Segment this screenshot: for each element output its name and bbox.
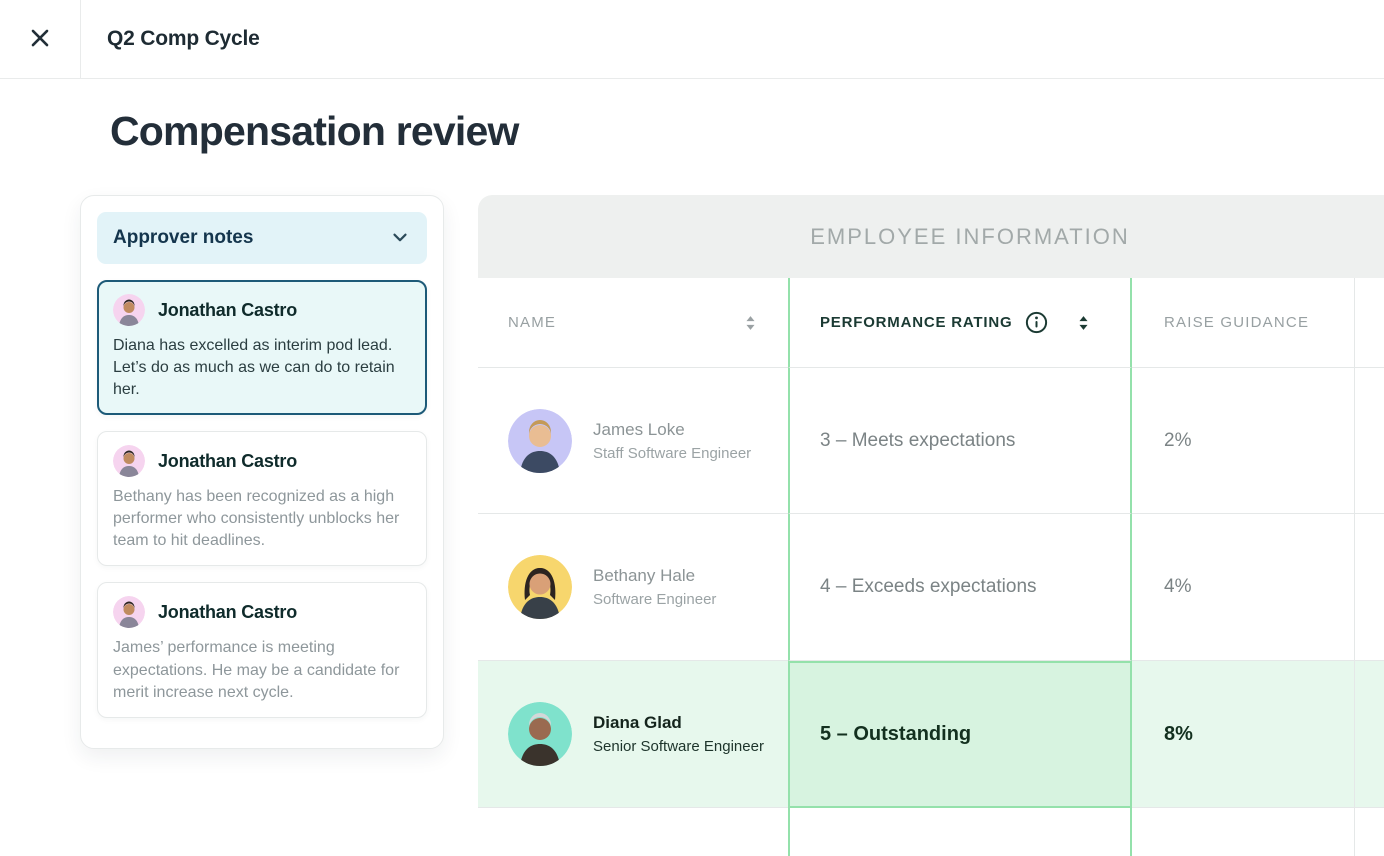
extra-cell bbox=[1355, 808, 1384, 856]
approver-notes-panel: Approver notes Jonathan Castro bbox=[80, 195, 444, 749]
avatar bbox=[113, 294, 145, 326]
approver-notes-toggle[interactable]: Approver notes bbox=[97, 212, 427, 264]
note-text: Bethany has been recognized as a high pe… bbox=[113, 486, 411, 552]
employee-name: James Loke bbox=[593, 420, 751, 440]
performance-rating-cell: 3 – Meets expectations bbox=[788, 368, 1132, 514]
employee-role: Software Engineer bbox=[593, 591, 716, 608]
extra-cell bbox=[1355, 661, 1384, 808]
avatar bbox=[508, 409, 572, 473]
performance-rating-cell bbox=[788, 808, 1132, 856]
cycle-title: Q2 Comp Cycle bbox=[107, 27, 260, 51]
employee-table: EMPLOYEE INFORMATION NAME PERFORMANCE RA… bbox=[478, 195, 1384, 856]
compensation-review-modal: Q2 Comp Cycle Compensation review Approv… bbox=[0, 0, 1384, 856]
performance-rating-cell: 5 – Outstanding bbox=[788, 661, 1132, 808]
column-label: RAISE GUIDANCE bbox=[1164, 314, 1309, 331]
column-label: PERFORMANCE RATING bbox=[820, 314, 1012, 331]
sort-icon[interactable] bbox=[745, 315, 756, 331]
note-card[interactable]: Jonathan Castro Bethany has been recogni… bbox=[97, 431, 427, 566]
close-zone bbox=[0, 0, 81, 78]
raise-guidance-cell: 4% bbox=[1132, 514, 1355, 661]
employee-cell bbox=[478, 808, 788, 856]
avatar bbox=[113, 445, 145, 477]
raise-guidance-cell bbox=[1132, 808, 1355, 856]
table-header-row: NAME PERFORMANCE RATING bbox=[478, 278, 1384, 368]
avatar bbox=[508, 555, 572, 619]
column-header-name[interactable]: NAME bbox=[478, 278, 788, 368]
close-icon bbox=[27, 25, 53, 54]
top-bar: Q2 Comp Cycle bbox=[0, 0, 1384, 79]
chevron-down-icon bbox=[389, 226, 411, 251]
note-card[interactable]: Jonathan Castro James’ performance is me… bbox=[97, 582, 427, 717]
raise-guidance-cell: 2% bbox=[1132, 368, 1355, 514]
column-header-extra bbox=[1355, 278, 1384, 368]
approver-notes-label: Approver notes bbox=[113, 227, 253, 249]
column-header-performance-rating[interactable]: PERFORMANCE RATING bbox=[788, 278, 1132, 368]
note-author: Jonathan Castro bbox=[158, 602, 297, 623]
close-button[interactable] bbox=[20, 19, 60, 59]
column-header-raise-guidance: RAISE GUIDANCE bbox=[1132, 278, 1355, 368]
sort-icon[interactable] bbox=[1078, 315, 1089, 331]
table-section-title: EMPLOYEE INFORMATION bbox=[810, 224, 1130, 250]
note-author: Jonathan Castro bbox=[158, 300, 297, 321]
performance-rating-cell: 4 – Exceeds expectations bbox=[788, 514, 1132, 661]
note-head: Jonathan Castro bbox=[113, 445, 411, 477]
avatar bbox=[113, 596, 145, 628]
column-label: NAME bbox=[508, 314, 556, 331]
table-row[interactable]: James Loke Staff Software Engineer 3 – M… bbox=[478, 368, 1384, 514]
employee-name: Diana Glad bbox=[593, 713, 764, 733]
extra-cell bbox=[1355, 514, 1384, 661]
table-row-highlighted[interactable]: Diana Glad Senior Software Engineer 5 – … bbox=[478, 661, 1384, 808]
note-author: Jonathan Castro bbox=[158, 451, 297, 472]
table-section-header: EMPLOYEE INFORMATION bbox=[478, 195, 1384, 278]
employee-cell: Diana Glad Senior Software Engineer bbox=[478, 661, 788, 808]
table-row[interactable]: Bethany Hale Software Engineer 4 – Excee… bbox=[478, 514, 1384, 661]
employee-cell: James Loke Staff Software Engineer bbox=[478, 368, 788, 514]
info-icon[interactable] bbox=[1025, 311, 1048, 334]
avatar bbox=[508, 702, 572, 766]
employee-cell: Bethany Hale Software Engineer bbox=[478, 514, 788, 661]
note-head: Jonathan Castro bbox=[113, 596, 411, 628]
raise-guidance-cell: 8% bbox=[1132, 661, 1355, 808]
note-card[interactable]: Jonathan Castro Diana has excelled as in… bbox=[97, 280, 427, 415]
employee-name: Bethany Hale bbox=[593, 566, 716, 586]
page-title: Compensation review bbox=[110, 108, 519, 155]
note-head: Jonathan Castro bbox=[113, 294, 411, 326]
note-text: Diana has excelled as interim pod lead. … bbox=[113, 335, 411, 401]
employee-role: Senior Software Engineer bbox=[593, 738, 764, 755]
extra-cell bbox=[1355, 368, 1384, 514]
table-row[interactable] bbox=[478, 808, 1384, 856]
note-text: James’ performance is meeting expectatio… bbox=[113, 637, 411, 703]
employee-role: Staff Software Engineer bbox=[593, 445, 751, 462]
